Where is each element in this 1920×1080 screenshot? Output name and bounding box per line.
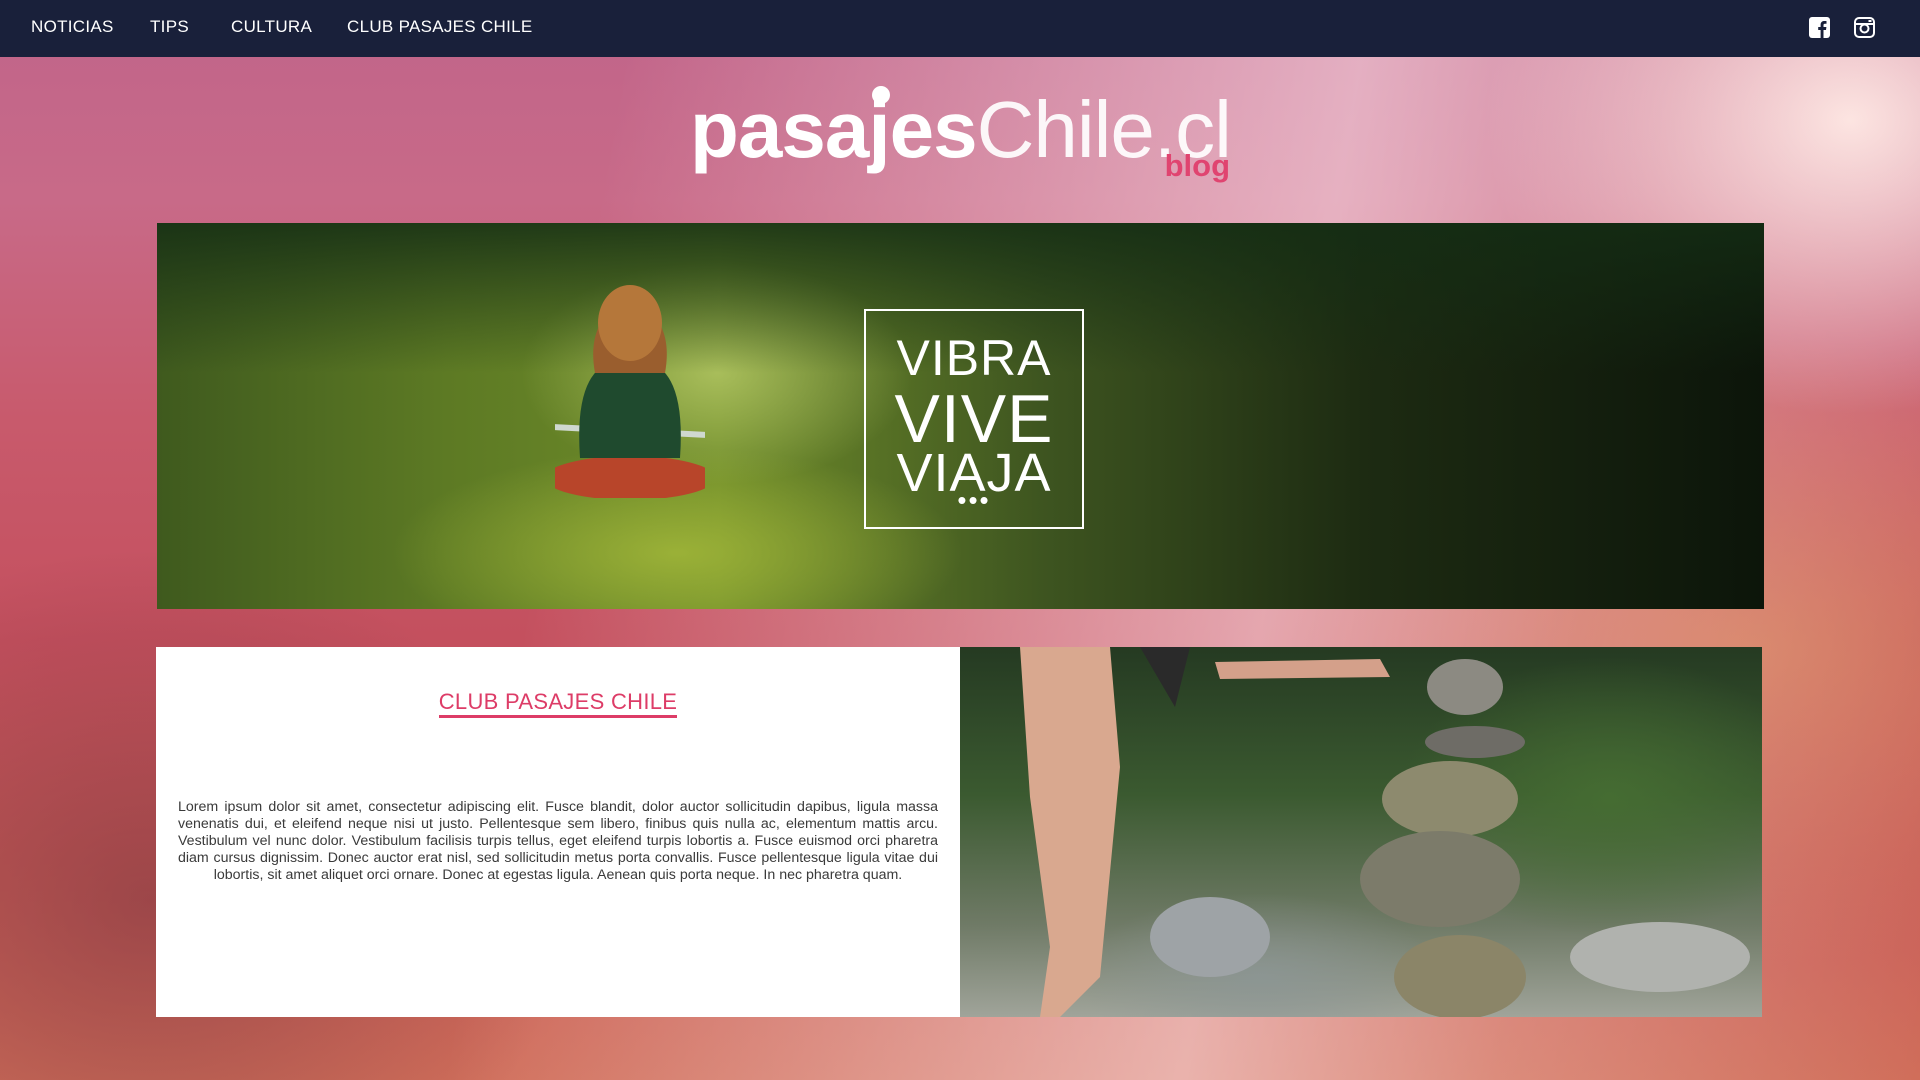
stacked-stones-photo	[1020, 647, 1750, 1017]
nav-cultura[interactable]: CULTURA	[231, 17, 312, 37]
club-card-title: CLUB PASAJES CHILE	[156, 689, 960, 718]
top-navigation-bar: NOTICIAS TIPS CULTURA CLUB PASAJES CHILE	[0, 0, 1920, 57]
nav-club-pasajes-chile[interactable]: CLUB PASAJES CHILE	[347, 17, 533, 37]
compass-icon	[872, 86, 890, 104]
facebook-icon[interactable]	[1809, 17, 1830, 38]
hero-banner[interactable]: VIBRA VIVE VIAJA •••	[157, 223, 1764, 609]
nav-tips[interactable]: TIPS	[150, 17, 189, 37]
club-card-photo[interactable]	[960, 647, 1762, 1017]
nav-noticias[interactable]: NOTICIAS	[31, 17, 114, 37]
club-card: CLUB PASAJES CHILE Lorem ipsum dolor sit…	[156, 647, 960, 1017]
kayaker-illustration	[555, 285, 705, 498]
logo-bold: pasajes	[690, 85, 978, 174]
slogan-dots: •••	[957, 485, 991, 515]
logo-wordmark: pasajesChile.cl	[690, 82, 1232, 177]
hero-slogan-box: VIBRA VIVE VIAJA •••	[864, 309, 1084, 529]
slogan-vibra: VIBRA	[896, 330, 1052, 386]
instagram-icon[interactable]	[1854, 17, 1875, 38]
logo-blog-label: blog	[1164, 148, 1230, 183]
club-title-link[interactable]: CLUB PASAJES CHILE	[438, 689, 678, 718]
club-card-text: Lorem ipsum dolor sit amet, consectetur …	[178, 799, 938, 883]
site-logo[interactable]: pasajesChile.cl blog	[690, 82, 1240, 192]
